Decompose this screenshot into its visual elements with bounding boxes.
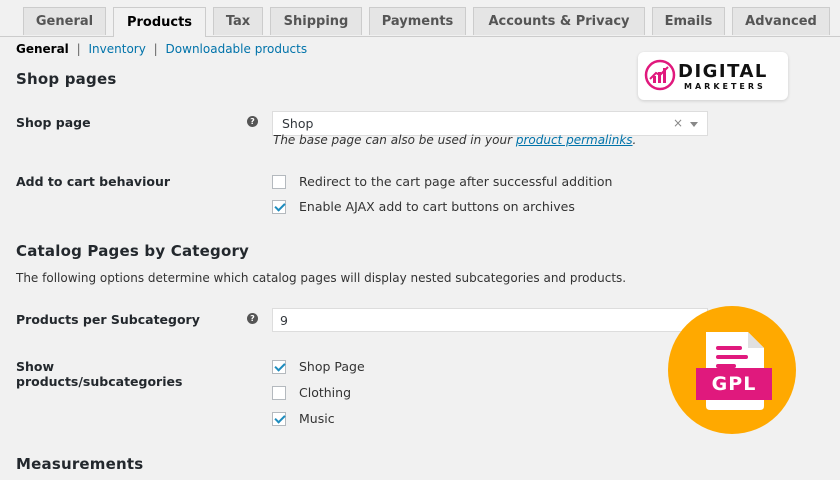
section-heading-catalog-pages: Catalog Pages by Category [16, 242, 250, 260]
digital-marketers-logo: DIGITAL MARKETERS [638, 52, 788, 100]
dropdown-arrow-icon[interactable] [690, 122, 698, 127]
products-per-subcategory-label: Products per Subcategory [16, 312, 200, 327]
help-icon[interactable]: ? [247, 313, 258, 324]
bar-chart-icon [644, 59, 676, 91]
tab-advanced[interactable]: Advanced [732, 7, 830, 35]
section-subnav: General | Inventory | Downloadable produ… [16, 42, 308, 56]
tab-products[interactable]: Products [113, 7, 206, 37]
tab-accounts-privacy[interactable]: Accounts & Privacy [473, 7, 645, 35]
product-permalinks-link[interactable]: product permalinks [516, 133, 633, 147]
show-option-shop-page[interactable]: Shop Page [272, 359, 365, 374]
tab-tax[interactable]: Tax [213, 7, 263, 35]
shop-page-label: Shop page [16, 115, 91, 130]
tab-general[interactable]: General [23, 7, 106, 35]
shop-page-description: The base page can also be used in your p… [273, 133, 637, 147]
logo-word-marketers: MARKETERS [684, 82, 766, 91]
enable-ajax-label: Enable AJAX add to cart buttons on archi… [299, 199, 575, 214]
enable-ajax-option[interactable]: Enable AJAX add to cart buttons on archi… [272, 199, 575, 214]
subnav-link-downloadable-products[interactable]: Downloadable products [166, 42, 308, 56]
subnav-link-inventory[interactable]: Inventory [89, 42, 146, 56]
gpl-label: GPL [711, 373, 757, 395]
help-icon[interactable]: ? [247, 116, 258, 127]
shop-page-option-label: Shop Page [299, 359, 365, 374]
music-checkbox[interactable] [272, 411, 286, 426]
show-option-music[interactable]: Music [272, 411, 335, 426]
catalog-description: The following options determine which ca… [16, 271, 627, 285]
shop-page-select-value: Shop [282, 116, 314, 131]
clothing-checkbox[interactable] [272, 385, 286, 400]
show-option-clothing[interactable]: Clothing [272, 385, 351, 400]
logo-word-digital: DIGITAL [678, 61, 768, 82]
music-option-label: Music [299, 411, 335, 426]
products-per-subcategory-value: 9 [280, 312, 288, 328]
tab-shipping[interactable]: Shipping [270, 7, 362, 35]
enable-ajax-checkbox[interactable] [272, 199, 286, 214]
redirect-to-cart-checkbox[interactable] [272, 174, 286, 189]
redirect-to-cart-option[interactable]: Redirect to the cart page after successf… [272, 174, 612, 189]
products-per-subcategory-input[interactable]: 9 [272, 308, 708, 332]
clothing-option-label: Clothing [299, 385, 352, 400]
show-products-subcategories-label: Show products/subcategories [16, 359, 183, 389]
add-to-cart-behaviour-label: Add to cart behaviour [16, 174, 171, 189]
section-heading-measurements: Measurements [16, 455, 144, 473]
tab-payments[interactable]: Payments [369, 7, 466, 35]
tab-emails[interactable]: Emails [652, 7, 725, 35]
settings-tab-bar: General Products Tax Shipping Payments A… [0, 0, 840, 37]
subnav-current-general: General [16, 42, 69, 56]
gpl-badge: GPL [668, 306, 796, 434]
shop-page-checkbox[interactable] [272, 359, 286, 374]
section-heading-shop-pages: Shop pages [16, 70, 117, 88]
clear-selection-icon[interactable]: × [673, 116, 683, 130]
redirect-to-cart-label: Redirect to the cart page after successf… [299, 174, 613, 189]
